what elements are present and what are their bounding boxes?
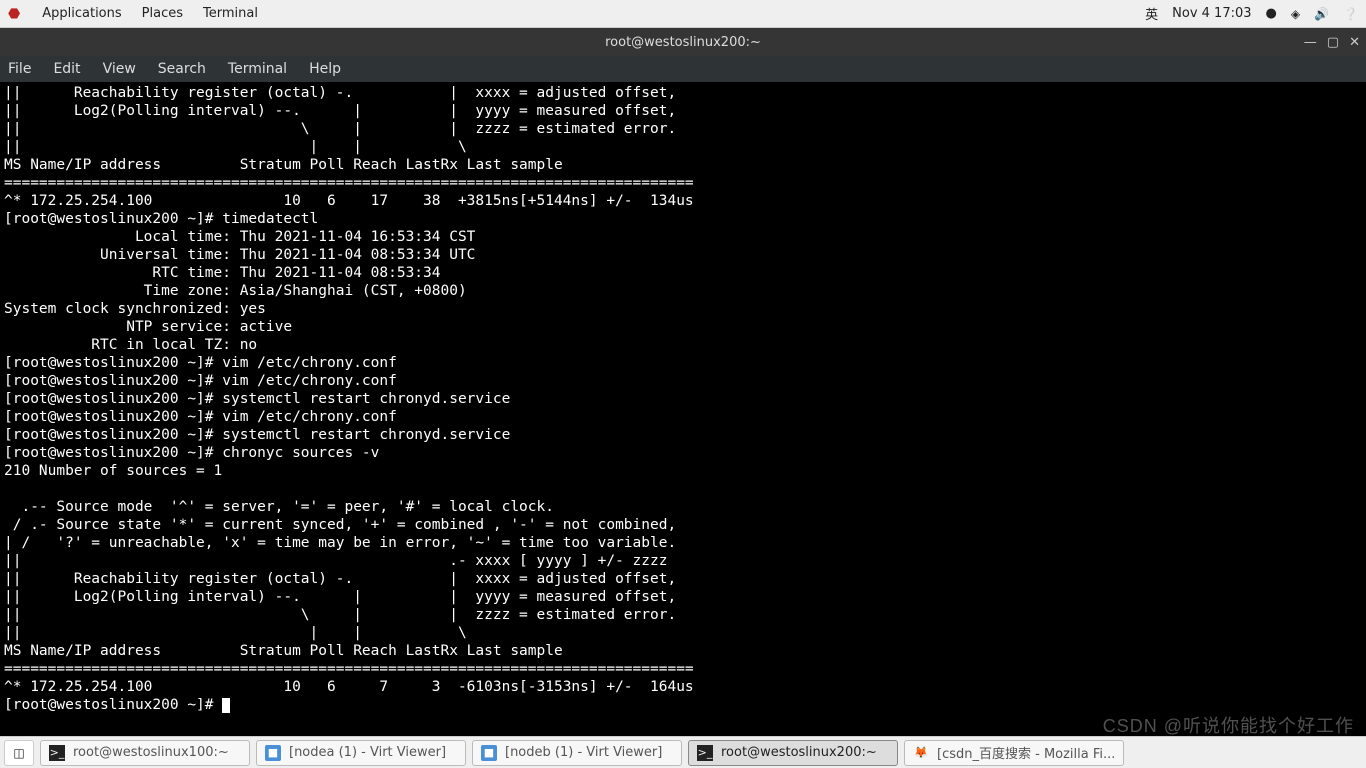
menu-edit[interactable]: Edit — [53, 61, 80, 77]
active-app-label[interactable]: Terminal — [203, 6, 258, 21]
vv-icon: ■ — [265, 745, 281, 761]
applications-menu[interactable]: Applications — [42, 6, 121, 21]
window-titlebar[interactable]: root@westoslinux200:~ — ▢ ✕ — [0, 28, 1366, 56]
volume-icon[interactable]: 🔊 — [1314, 7, 1329, 21]
terminal-menubar: File Edit View Search Terminal Help — [0, 56, 1366, 82]
taskbar-item-3[interactable]: >_ root@westoslinux200:~ — [688, 740, 898, 766]
menu-file[interactable]: File — [8, 61, 31, 77]
taskbar-item-1[interactable]: ■ [nodea (1) - Virt Viewer] — [256, 740, 466, 766]
gnome-top-bar: ⬣ Applications Places Terminal 英 Nov 4 1… — [0, 0, 1366, 28]
activities-hat-icon: ⬣ — [8, 6, 20, 22]
taskbar-item-4[interactable]: 🦊 [csdn_百度搜索 - Mozilla Fi... — [904, 740, 1124, 766]
menu-search[interactable]: Search — [158, 61, 206, 77]
window-maximize-button[interactable]: ▢ — [1327, 35, 1339, 50]
places-menu[interactable]: Places — [142, 6, 183, 21]
window-title: root@westoslinux200:~ — [605, 35, 761, 50]
taskbar-item-label: root@westoslinux100:~ — [73, 745, 229, 760]
taskbar-item-label: [nodea (1) - Virt Viewer] — [289, 745, 446, 760]
terminal-output[interactable]: || Reachability register (octal) -. | xx… — [0, 82, 1366, 736]
input-method-indicator[interactable]: 英 — [1145, 4, 1158, 23]
help-icon[interactable]: ❔ — [1343, 7, 1358, 21]
show-desktop-button[interactable]: ◫ — [4, 740, 34, 766]
term-icon: >_ — [697, 745, 713, 761]
wifi-icon[interactable]: ◈ — [1291, 7, 1300, 21]
vv-icon: ■ — [481, 745, 497, 761]
ff-icon: 🦊 — [913, 745, 929, 761]
menu-view[interactable]: View — [103, 61, 136, 77]
taskbar-item-label: root@westoslinux200:~ — [721, 745, 877, 760]
gnome-taskbar: ◫ >_ root@westoslinux100:~ ■ [nodea (1) - V… — [0, 736, 1366, 768]
terminal-cursor — [222, 698, 230, 713]
clock[interactable]: Nov 4 17:03 — [1172, 6, 1251, 21]
term-icon: >_ — [49, 745, 65, 761]
menu-help[interactable]: Help — [309, 61, 341, 77]
window-minimize-button[interactable]: — — [1304, 35, 1317, 50]
menu-terminal[interactable]: Terminal — [228, 61, 287, 77]
taskbar-item-label: [nodeb (1) - Virt Viewer] — [505, 745, 662, 760]
taskbar-item-label: [csdn_百度搜索 - Mozilla Fi... — [937, 743, 1115, 762]
terminal-window: root@westoslinux200:~ — ▢ ✕ File Edit Vi… — [0, 28, 1366, 736]
taskbar-item-2[interactable]: ■ [nodeb (1) - Virt Viewer] — [472, 740, 682, 766]
window-close-button[interactable]: ✕ — [1349, 35, 1360, 50]
status-dot-icon: ● — [1266, 6, 1277, 21]
taskbar-item-0[interactable]: >_ root@westoslinux100:~ — [40, 740, 250, 766]
